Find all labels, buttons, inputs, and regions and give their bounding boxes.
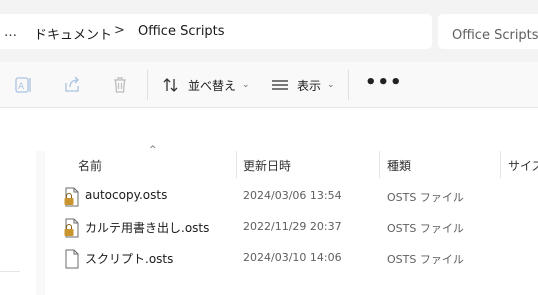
address-bar-area: … ドキュメント > Office Scripts Office Scripts… xyxy=(0,0,538,62)
column-divider[interactable] xyxy=(500,151,501,178)
share-icon[interactable] xyxy=(62,75,82,98)
column-header-name[interactable]: 名前 xyxy=(78,157,102,174)
toolbar-divider xyxy=(348,70,349,100)
file-name: カルテ用書き出し.osts xyxy=(85,221,210,235)
column-header-modified[interactable]: 更新日時 xyxy=(243,157,291,174)
chevron-down-icon: ⌄ xyxy=(327,80,335,90)
breadcrumb-overflow-button[interactable]: … xyxy=(4,25,17,40)
file-row[interactable]: カルテ用書き出し.osts 2022/11/29 20:37 OSTS ファイル xyxy=(55,213,538,243)
column-divider[interactable] xyxy=(379,151,380,178)
file-type: OSTS ファイル xyxy=(387,253,464,266)
column-header-size[interactable]: サイズ xyxy=(508,157,538,174)
file-row[interactable]: スクリプト.osts 2024/03/10 14:06 OSTS ファイル xyxy=(55,244,538,274)
search-box[interactable]: Office Scriptsの xyxy=(438,14,538,49)
file-icon xyxy=(64,249,80,272)
address-bar[interactable]: … ドキュメント > Office Scripts xyxy=(0,14,432,49)
sort-icon xyxy=(163,78,178,92)
column-header-type[interactable]: 種類 xyxy=(387,157,411,174)
sort-label: 並べ替え xyxy=(188,78,237,93)
chevron-down-icon: ⌄ xyxy=(242,80,250,90)
column-divider[interactable] xyxy=(236,151,237,178)
more-options-button[interactable]: ••• xyxy=(365,72,403,93)
file-name: スクリプト.osts xyxy=(85,252,174,266)
svg-text:A: A xyxy=(18,82,25,92)
sort-ascending-icon: ^ xyxy=(149,145,157,155)
search-placeholder: Office Scriptsの xyxy=(452,28,538,43)
rename-icon[interactable]: A xyxy=(14,75,34,98)
breadcrumb-separator[interactable]: > xyxy=(114,23,125,38)
breadcrumb-documents[interactable]: ドキュメント xyxy=(34,24,112,43)
file-name: autocopy.osts xyxy=(85,188,168,202)
file-type: OSTS ファイル xyxy=(387,222,464,235)
navigation-divider xyxy=(0,271,20,272)
locked-file-icon xyxy=(64,218,80,241)
file-modified: 2024/03/06 13:54 xyxy=(243,189,342,202)
view-label: 表示 xyxy=(297,78,322,93)
pane-splitter[interactable] xyxy=(36,151,45,295)
view-icon xyxy=(272,80,288,90)
file-modified: 2022/11/29 20:37 xyxy=(243,220,342,233)
delete-icon[interactable] xyxy=(110,75,130,98)
file-row[interactable]: autocopy.osts 2024/03/06 13:54 OSTS ファイル xyxy=(55,182,538,212)
file-type: OSTS ファイル xyxy=(387,191,464,204)
breadcrumb-office-scripts[interactable]: Office Scripts xyxy=(138,24,225,39)
sort-button[interactable]: 並べ替え ⌄ xyxy=(162,74,250,96)
command-bar: A 並べ替え ⌄ 表示 ⌄ ••• xyxy=(0,62,538,108)
toolbar-divider xyxy=(147,70,148,100)
locked-file-icon xyxy=(64,187,80,210)
file-modified: 2024/03/10 14:06 xyxy=(243,251,342,264)
navigation-pane[interactable] xyxy=(0,151,37,295)
view-button[interactable]: 表示 ⌄ xyxy=(271,74,335,96)
